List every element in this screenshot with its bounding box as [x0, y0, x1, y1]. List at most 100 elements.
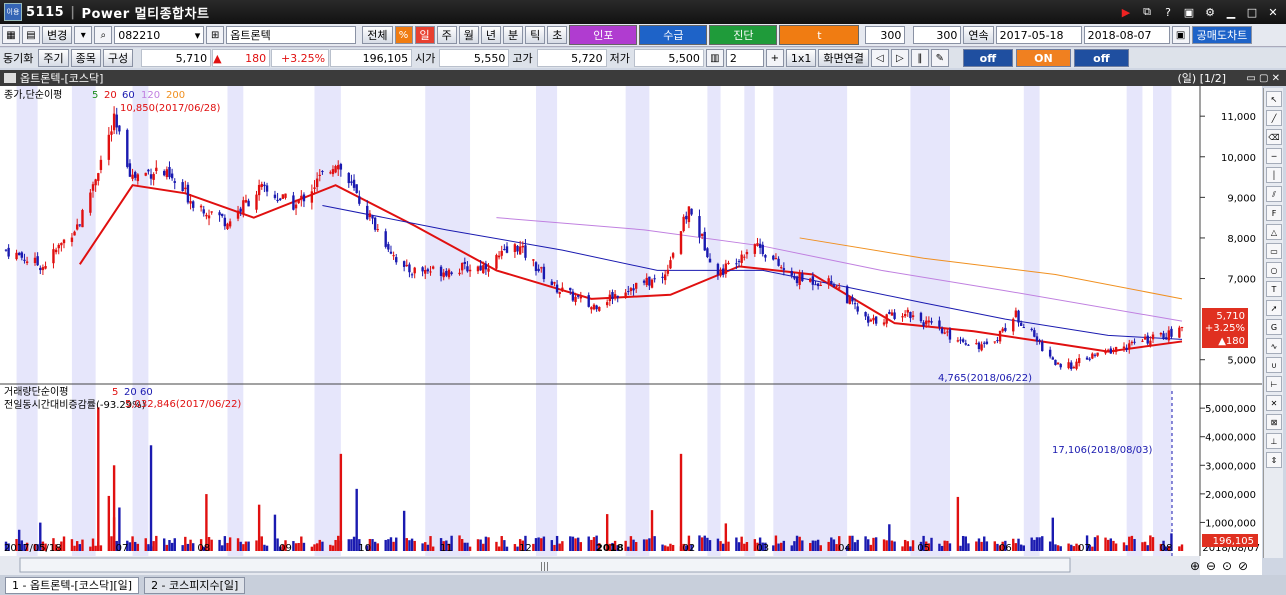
tab-month[interactable]: 월	[458, 26, 479, 44]
config-button[interactable]: 구성	[102, 49, 134, 67]
expand-icon[interactable]: ⇕	[1266, 452, 1282, 468]
split-count-select[interactable]: 2	[725, 49, 764, 67]
candle-body	[627, 291, 630, 293]
candle-body	[1112, 350, 1115, 353]
tab-second[interactable]: 초	[547, 26, 568, 44]
search-icon[interactable]: ⌕	[94, 26, 113, 44]
tab-minute[interactable]: 분	[503, 26, 524, 44]
volume-bar	[294, 543, 298, 551]
help-icon[interactable]: ?	[1159, 4, 1177, 20]
toggle-2[interactable]: ON	[1015, 49, 1071, 67]
shaded-region	[1126, 86, 1143, 556]
sync-label[interactable]: 동기화	[0, 50, 36, 66]
supply-button[interactable]: 수급	[639, 25, 708, 45]
prev-icon[interactable]: ◁	[870, 49, 889, 67]
candle-body	[503, 249, 506, 251]
candle-body	[73, 231, 76, 236]
hline-icon[interactable]: ─	[1266, 148, 1282, 164]
lock-icon[interactable]: ▣	[1180, 4, 1198, 20]
ruler-icon[interactable]: ⊢	[1266, 376, 1282, 392]
change-dropdown-icon[interactable]: ▾	[74, 26, 93, 44]
stock-button[interactable]: 종목	[70, 49, 101, 67]
screen-link-button[interactable]: 화면연결	[818, 49, 869, 67]
candle-body	[553, 282, 556, 284]
cycle-button[interactable]: 주기	[38, 49, 69, 67]
magnet-icon[interactable]: ∪	[1266, 357, 1282, 373]
stock-code-input[interactable]: 082210 ▾	[114, 26, 205, 44]
channel-icon[interactable]: ⫽	[1266, 186, 1282, 202]
short-sell-chart-button[interactable]: 공매도차트	[1191, 26, 1253, 44]
volume-bar	[719, 541, 722, 551]
count-input-1[interactable]: 300	[865, 26, 906, 44]
add-icon[interactable]: +	[765, 49, 784, 67]
split-icon[interactable]: ▥	[705, 49, 724, 67]
tab-week[interactable]: 주	[436, 26, 457, 44]
last-price-box: 5,710 +3.25% ▲180	[1202, 308, 1248, 348]
chart-window-controls[interactable]: ▭ ▢ ✕	[1246, 73, 1280, 84]
cycle-icon[interactable]: ∿	[1266, 338, 1282, 354]
continue-button[interactable]: 연속	[963, 26, 994, 44]
zoom-out-icon[interactable]: ⊖	[1206, 559, 1216, 573]
info-button[interactable]: 인포	[569, 25, 638, 45]
lock-drawing-icon[interactable]: ⊠	[1266, 414, 1282, 430]
candle-body	[458, 272, 461, 275]
chevron-down-icon[interactable]: ▾	[195, 29, 201, 42]
maximize-icon[interactable]: □	[1243, 4, 1261, 20]
pen-icon[interactable]: ✎	[930, 49, 949, 67]
toggle-3[interactable]: off	[1073, 49, 1129, 67]
toggle-1[interactable]: off	[962, 49, 1013, 67]
tab-day[interactable]: 일	[414, 26, 435, 44]
all-button[interactable]: 전체	[362, 26, 393, 44]
circle-icon[interactable]: ○	[1266, 262, 1282, 278]
screen-icon[interactable]: ▤	[22, 26, 40, 44]
t-button[interactable]: t	[779, 25, 860, 45]
cursor-icon[interactable]: ↖	[1266, 91, 1282, 107]
vline-icon[interactable]: │	[1266, 167, 1282, 183]
zoom-fit-icon[interactable]: ⊙	[1222, 559, 1232, 573]
stock-name-field[interactable]: 옵트론텍	[226, 26, 357, 44]
count-input-2[interactable]: 300	[913, 26, 962, 44]
zoom-in-icon[interactable]: ⊕	[1190, 559, 1200, 573]
horizontal-scrollbar[interactable]: |||	[0, 556, 1200, 575]
tab-year[interactable]: 년	[480, 26, 501, 44]
link-icon[interactable]: ⧉	[1138, 4, 1156, 20]
diagnosis-button[interactable]: 진단	[709, 25, 778, 45]
x-tick-label: 2017/05/18	[4, 543, 62, 554]
pin-icon[interactable]: ⊥	[1266, 433, 1282, 449]
erase-icon[interactable]: ⌫	[1266, 129, 1282, 145]
percent-icon[interactable]: %	[394, 26, 413, 44]
candle-body	[128, 163, 132, 177]
next-icon[interactable]: ▷	[890, 49, 909, 67]
tab-tick[interactable]: 틱	[525, 26, 546, 44]
candle-body	[210, 211, 213, 213]
chart-icon	[4, 73, 16, 83]
text-icon[interactable]: T	[1266, 281, 1282, 297]
zoom-reset-icon[interactable]: ⊘	[1238, 559, 1248, 573]
volume-bar	[99, 545, 103, 551]
layout-icon[interactable]: ▦	[2, 26, 20, 44]
price-tick-label: 11,000	[1221, 112, 1256, 123]
tab-chart-2[interactable]: 2 - 코스피지수[일]	[144, 576, 246, 594]
delete-icon[interactable]: ✕	[1266, 395, 1282, 411]
tab-chart-1[interactable]: 1 - 옵트론텍-[코스닥][일]	[5, 576, 140, 594]
play-icon[interactable]: ▶	[1117, 4, 1135, 20]
gann-icon[interactable]: G	[1266, 319, 1282, 335]
arrow-icon[interactable]: ➚	[1266, 300, 1282, 316]
play-pause-icon[interactable]: ‖	[910, 49, 929, 67]
one-by-one-button[interactable]: 1x1	[785, 49, 817, 67]
candle-body	[1054, 359, 1057, 365]
code-search-icon[interactable]: ⊞	[206, 26, 225, 44]
candle-body	[967, 344, 970, 346]
fibonacci-icon[interactable]: F	[1266, 205, 1282, 221]
settings-icon[interactable]: ⚙	[1201, 4, 1219, 20]
minimize-icon[interactable]: ▁	[1222, 4, 1240, 20]
date-from-input[interactable]: 2017-05-18	[995, 26, 1082, 44]
triangle-icon[interactable]: △	[1266, 224, 1282, 240]
change-button[interactable]: 변경	[42, 26, 73, 44]
save-icon[interactable]: ▣	[1171, 26, 1190, 44]
rectangle-icon[interactable]: ▭	[1266, 243, 1282, 259]
trendline-icon[interactable]: ╱	[1266, 110, 1282, 126]
price-volume-chart[interactable]: 11,000 10,000 9,000 8,000 7,000 5,000 5,000,0…	[0, 86, 1262, 575]
close-icon[interactable]: ✕	[1264, 4, 1282, 20]
date-to-input[interactable]: 2018-08-07	[1083, 26, 1170, 44]
